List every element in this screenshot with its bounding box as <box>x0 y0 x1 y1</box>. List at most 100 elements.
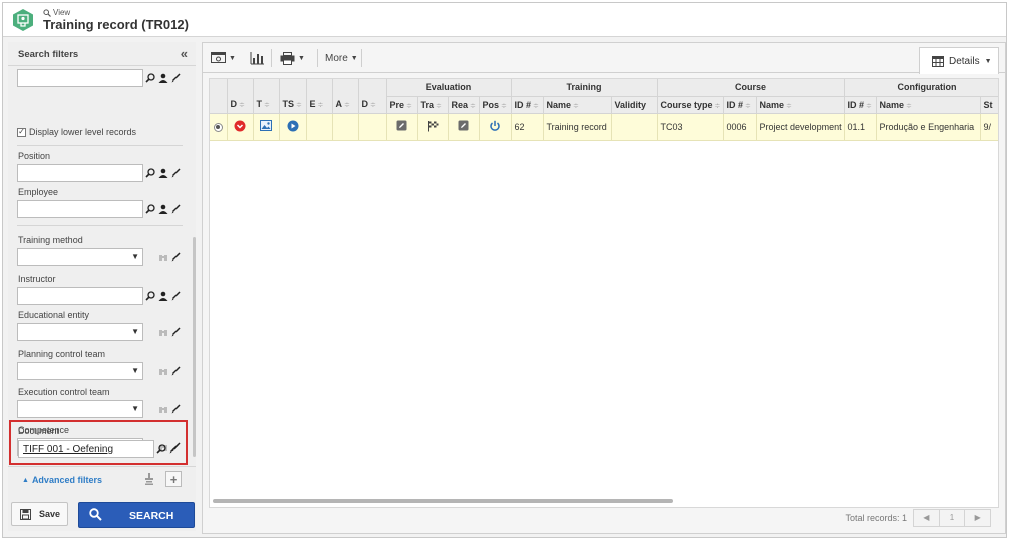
user-icon[interactable] <box>157 164 169 182</box>
employee-field[interactable] <box>17 200 143 218</box>
view-button[interactable]: ▼ <box>211 50 236 66</box>
column-header-rea[interactable]: Rea ≑ <box>448 96 480 114</box>
user-icon[interactable] <box>157 200 169 218</box>
educational-entity-select[interactable]: ▼ <box>17 323 143 341</box>
column-header-course-id[interactable]: ID # ≑ <box>723 96 757 114</box>
search-icon[interactable] <box>144 200 156 218</box>
search-icon[interactable] <box>155 440 167 458</box>
column-header-label: Rea <box>451 99 469 110</box>
column-header-config-name[interactable]: Name ≑ <box>876 96 981 114</box>
department-field[interactable] <box>17 69 143 87</box>
column-header-st[interactable]: St <box>980 96 998 114</box>
sort-icon: ≑ <box>906 102 912 110</box>
column-header-select <box>210 96 228 114</box>
column-header-label: Name <box>879 99 905 110</box>
edit-pencil-icon[interactable] <box>396 120 407 131</box>
search-icon[interactable] <box>144 69 156 87</box>
column-header-label: E <box>309 99 316 110</box>
power-icon[interactable] <box>489 120 501 132</box>
group-header-training: Training <box>511 79 658 97</box>
reaction-evaluation-cell[interactable] <box>448 113 480 141</box>
pre-evaluation-cell[interactable] <box>386 113 418 141</box>
caret-down-icon[interactable]: ▼ <box>298 55 305 62</box>
type-cell <box>253 113 280 141</box>
caret-down-icon[interactable]: ▼ <box>229 55 236 62</box>
training-id-cell: 62 <box>511 113 544 141</box>
column-header-e[interactable]: E ≑ <box>306 96 333 114</box>
print-button[interactable]: ▼ <box>280 50 305 66</box>
sort-icon: ≑ <box>533 102 539 110</box>
clear-broom-icon[interactable] <box>170 200 182 218</box>
column-header-d[interactable]: D ≑ <box>227 96 254 114</box>
column-header-ts[interactable]: TS ≑ <box>279 96 307 114</box>
table-cell <box>306 113 333 141</box>
user-icon[interactable] <box>157 287 169 305</box>
details-label: Details <box>949 55 980 67</box>
column-header-pre[interactable]: Pre ≑ <box>386 96 418 114</box>
collapse-panel-icon[interactable]: « <box>181 47 188 60</box>
app-logo-icon <box>13 9 33 31</box>
execution-control-team-label: Execution control team <box>18 387 110 397</box>
column-header-config-id[interactable]: ID # ≑ <box>844 96 877 114</box>
column-header-tra[interactable]: Tra ≑ <box>417 96 449 114</box>
column-header-course-name[interactable]: Name ≑ <box>756 96 845 114</box>
checkered-flag-icon[interactable] <box>427 120 439 132</box>
column-header-training-id[interactable]: ID # ≑ <box>511 96 544 114</box>
instructor-field[interactable] <box>17 287 143 305</box>
position-field[interactable] <box>17 164 143 182</box>
row-select-cell[interactable] <box>210 113 228 141</box>
clear-broom-icon[interactable] <box>170 248 182 266</box>
advanced-filters-toggle[interactable]: ▲ Advanced filters <box>22 475 102 485</box>
more-menu[interactable]: More ▼ <box>325 50 358 66</box>
execution-control-team-select[interactable]: ▼ <box>17 400 143 418</box>
column-header-training-name[interactable]: Name ≑ <box>543 96 612 114</box>
caret-up-icon: ▲ <box>22 476 29 484</box>
chart-button[interactable] <box>250 50 264 66</box>
filters-scrollbar[interactable] <box>193 237 196 457</box>
add-filter-button[interactable]: + <box>165 471 182 487</box>
clear-broom-icon[interactable] <box>170 323 182 341</box>
sort-icon: ≑ <box>370 102 376 110</box>
clear-broom-icon[interactable] <box>170 362 182 380</box>
horizontal-scrollbar[interactable] <box>213 499 673 503</box>
table-row[interactable]: 62 Training record TC03 0006 Project dev… <box>210 113 998 141</box>
column-header-label: St <box>983 99 993 110</box>
column-header-validity[interactable]: Validity <box>611 96 658 114</box>
header-cell <box>332 79 359 96</box>
next-page-icon[interactable]: ▶ <box>965 510 990 526</box>
details-view-tab[interactable]: Details ▼ <box>919 47 999 74</box>
search-button[interactable]: SEARCH <box>78 502 195 528</box>
clear-broom-icon[interactable] <box>170 400 182 418</box>
search-icon[interactable] <box>144 287 156 305</box>
document-field[interactable]: TIFF 001 - Oefening <box>18 440 154 458</box>
educational-entity-label: Educational entity <box>18 310 90 320</box>
column-header-label: T <box>256 99 263 110</box>
column-header-course-type[interactable]: Course type ≑ <box>657 96 724 114</box>
page-number[interactable]: 1 <box>940 510 966 526</box>
view-label: View <box>53 8 71 17</box>
column-header-d2[interactable]: D ≑ <box>358 96 387 114</box>
clear-broom-icon[interactable] <box>170 287 182 305</box>
column-header-pos[interactable]: Pos ≑ <box>479 96 512 114</box>
save-button[interactable]: Save <box>11 502 68 526</box>
display-lower-level-checkbox[interactable]: ✓ Display lower level records <box>17 127 136 137</box>
user-icon[interactable] <box>157 69 169 87</box>
training-evaluation-cell[interactable] <box>417 113 449 141</box>
sort-icon: ≑ <box>296 102 302 110</box>
column-header-t[interactable]: T ≑ <box>253 96 280 114</box>
filters-scroll-area[interactable]: ✓ Display lower level records Position E… <box>8 67 196 463</box>
training-method-select[interactable]: ▼ <box>17 248 143 266</box>
row-radio[interactable] <box>213 122 223 132</box>
edit-pencil-icon[interactable] <box>458 120 469 131</box>
clear-broom-icon[interactable] <box>170 69 182 87</box>
clear-broom-icon[interactable] <box>168 440 180 458</box>
column-header-a[interactable]: A ≑ <box>332 96 359 114</box>
planning-control-team-select[interactable]: ▼ <box>17 362 143 380</box>
checkbox-icon[interactable]: ✓ <box>17 127 26 137</box>
clear-broom-icon[interactable] <box>170 164 182 182</box>
post-evaluation-cell[interactable] <box>479 113 512 141</box>
previous-page-icon[interactable]: ◀ <box>914 510 940 526</box>
pagination: ◀ 1 ▶ <box>913 509 991 527</box>
search-icon[interactable] <box>144 164 156 182</box>
filter-settings-icon[interactable] <box>144 473 154 485</box>
